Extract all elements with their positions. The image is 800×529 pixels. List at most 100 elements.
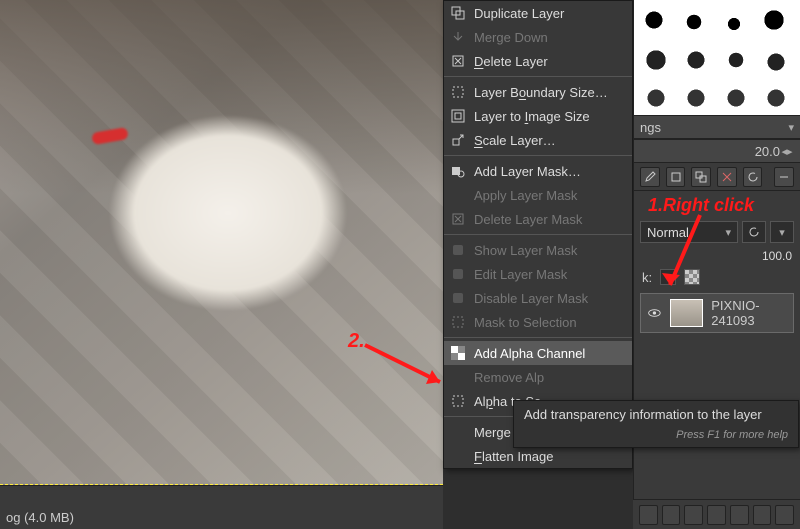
menu-label: Add Layer Mask… [474, 164, 581, 179]
duplicate-layer-button[interactable] [730, 505, 749, 525]
menu-separator [444, 234, 632, 235]
mask-delete-icon [450, 211, 466, 227]
menu-label: Delete Layer Mask [474, 212, 582, 227]
menu-delete-layer[interactable]: Delete Layer [444, 49, 632, 73]
menu-label: Disable Layer Mask [474, 291, 588, 306]
menu-label: Show Layer Mask [474, 243, 577, 258]
menu-label: Duplicate Layer [474, 6, 564, 21]
brush-toolbar [634, 163, 800, 191]
checkbox-icon [450, 242, 466, 258]
right-dock-panel: ngs ▾ 20.0 ◂▸ Normal ▾ ▾ 100.0 k: PIXNIO… [633, 0, 800, 529]
opacity-value: 100.0 [762, 249, 792, 263]
blank-icon [450, 424, 466, 440]
canvas-content [30, 60, 390, 400]
new-brush-button[interactable] [666, 167, 686, 187]
tooltip-hint: Press F1 for more help [524, 429, 788, 441]
lock-label: k: [642, 270, 652, 285]
brushes-grid[interactable] [634, 0, 800, 115]
chevron-down-icon: ▾ [788, 121, 794, 134]
merge-down-icon [450, 29, 466, 45]
refresh-brush-button[interactable] [743, 167, 763, 187]
delete-icon [450, 53, 466, 69]
tooltip-text: Add transparency information to the laye… [524, 407, 788, 422]
menu-remove-alpha-channel: Remove Alp [444, 365, 632, 389]
blend-mode-value: Normal [647, 225, 689, 240]
checkbox-icon [450, 266, 466, 282]
layer-lock-row: k: [634, 265, 800, 289]
status-text: og (4.0 MB) [6, 510, 74, 525]
menu-label: Merge Down [474, 30, 548, 45]
menu-separator [444, 155, 632, 156]
mode-reset-button[interactable] [742, 221, 766, 243]
layer-entry[interactable]: PIXNIO-241093 [640, 293, 794, 333]
menu-label: Edit Layer Mask [474, 267, 567, 282]
delete-brush-button[interactable] [717, 167, 737, 187]
image-canvas[interactable] [0, 0, 443, 485]
menu-apply-layer-mask: Apply Layer Mask [444, 183, 632, 207]
blend-mode-select[interactable]: Normal ▾ [640, 221, 738, 243]
delete-layer-button[interactable] [775, 505, 794, 525]
checkbox-icon [450, 290, 466, 306]
tooltip: Add transparency information to the laye… [513, 400, 799, 448]
layer-name: PIXNIO-241093 [711, 298, 787, 328]
menu-duplicate-layer[interactable]: Duplicate Layer [444, 1, 632, 25]
fit-icon [450, 108, 466, 124]
scale-icon [450, 132, 466, 148]
layer-group-button[interactable] [662, 505, 681, 525]
menu-label: Scale Layer… [474, 133, 556, 148]
menu-label: Apply Layer Mask [474, 188, 577, 203]
chevron-down-icon: ▾ [779, 226, 785, 239]
menu-separator [444, 76, 632, 77]
brush-menu-button[interactable] [774, 167, 794, 187]
anchor-layer-button[interactable] [753, 505, 772, 525]
lock-pixels-checkbox[interactable] [660, 269, 676, 285]
edit-brush-button[interactable] [640, 167, 660, 187]
menu-scale-layer[interactable]: Scale Layer… [444, 128, 632, 152]
menu-separator [444, 337, 632, 338]
brush-spacing-row[interactable]: 20.0 ◂▸ [634, 139, 800, 163]
menu-add-alpha-channel[interactable]: Add Alpha Channel [444, 341, 632, 365]
lower-layer-button[interactable] [707, 505, 726, 525]
menu-show-layer-mask: Show Layer Mask [444, 238, 632, 262]
menu-label: Layer to Image Size [474, 109, 590, 124]
menu-delete-layer-mask: Delete Layer Mask [444, 207, 632, 231]
menu-disable-layer-mask: Disable Layer Mask [444, 286, 632, 310]
menu-edit-layer-mask: Edit Layer Mask [444, 262, 632, 286]
brush-tags-dropdown[interactable]: ngs ▾ [634, 115, 800, 139]
spacing-value: 20.0 [755, 144, 780, 159]
mask-add-icon [450, 163, 466, 179]
chevron-down-icon: ▾ [725, 226, 731, 239]
menu-label: Delete Layer [474, 54, 548, 69]
stepper-icon[interactable]: ◂▸ [780, 145, 794, 158]
layer-thumbnail [670, 299, 703, 327]
mode-menu-button[interactable]: ▾ [770, 221, 794, 243]
menu-add-layer-mask[interactable]: Add Layer Mask… [444, 159, 632, 183]
menu-mask-to-selection: Mask to Selection [444, 310, 632, 334]
status-bar: og (4.0 MB) [0, 485, 443, 529]
menu-merge-down: Merge Down [444, 25, 632, 49]
layer-context-menu: Duplicate Layer Merge Down Delete Layer … [443, 0, 633, 469]
duplicate-icon [450, 5, 466, 21]
menu-label: Layer Boundary Size… [474, 85, 608, 100]
menu-layer-boundary-size[interactable]: Layer Boundary Size… [444, 80, 632, 104]
alpha-icon [450, 345, 466, 361]
menu-label: Remove Alp [474, 370, 544, 385]
new-layer-button[interactable] [639, 505, 658, 525]
blank-icon [450, 187, 466, 203]
menu-label: Flatten Image [474, 449, 554, 464]
alpha-select-icon [450, 393, 466, 409]
menu-label: Mask to Selection [474, 315, 577, 330]
raise-layer-button[interactable] [684, 505, 703, 525]
mask-select-icon [450, 314, 466, 330]
menu-label: Add Alpha Channel [474, 346, 585, 361]
opacity-slider[interactable]: 100.0 [634, 247, 800, 265]
dropdown-label: ngs [640, 120, 661, 135]
menu-layer-to-image-size[interactable]: Layer to Image Size [444, 104, 632, 128]
blank-icon [450, 448, 466, 464]
layers-toolbar [633, 499, 800, 529]
lock-alpha-checkbox[interactable] [684, 269, 700, 285]
visibility-eye-icon[interactable] [647, 304, 662, 322]
blank-icon [450, 369, 466, 385]
duplicate-brush-button[interactable] [691, 167, 711, 187]
layer-mode-row: Normal ▾ ▾ [634, 217, 800, 247]
